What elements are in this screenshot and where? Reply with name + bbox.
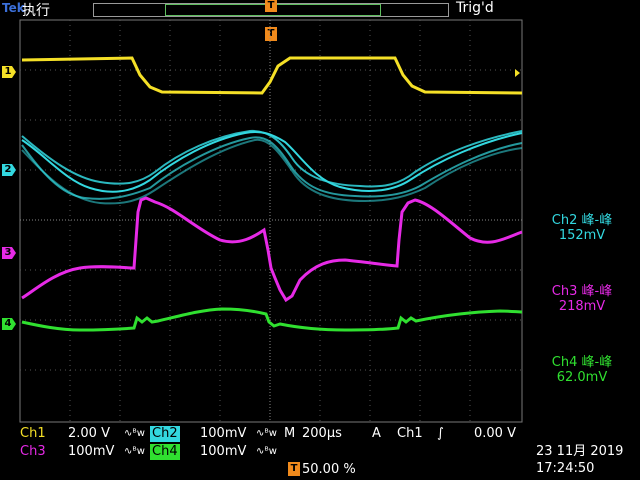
measurement-value: 62.0mV	[556, 370, 608, 385]
time: 17:24:50	[536, 461, 595, 476]
trigger-level[interactable]: 0.00 V	[474, 426, 516, 442]
bottom-status-bar: Ch1 2.00 V ∿ᴮw Ch2 100mV ∿ᴮw M 200µs A C…	[0, 424, 640, 480]
date: 23 11月 2019	[536, 444, 624, 459]
measurement-title: Ch2 峰-峰	[551, 213, 613, 228]
ch3-scale[interactable]: 100mV	[68, 444, 114, 460]
ch3-label[interactable]: Ch3	[18, 444, 48, 460]
ch4-scale[interactable]: 100mV	[200, 444, 246, 460]
trigger-position-icon: T	[288, 462, 300, 476]
ch4-trace	[21, 307, 523, 332]
measurement-ch4-peak-to-peak: Ch4 峰-峰 62.0mV	[524, 355, 640, 385]
trigger-position[interactable]: 50.00 %	[302, 462, 356, 478]
ch1-trace	[21, 56, 523, 95]
ch3-trace	[21, 196, 523, 303]
ch3-marker[interactable]: 3	[2, 247, 16, 259]
ch1-label[interactable]: Ch1	[18, 426, 48, 442]
ch2-marker[interactable]: 2	[2, 164, 16, 176]
ch1-coupling-icon: ∿ᴮw	[124, 428, 145, 439]
ch1-scale[interactable]: 2.00 V	[68, 426, 110, 442]
ch1-marker[interactable]: 1	[2, 66, 16, 78]
measurement-title: Ch3 峰-峰	[551, 284, 613, 299]
measurement-value: 152mV	[558, 228, 606, 243]
measurement-ch3-peak-to-peak: Ch3 峰-峰 218mV	[524, 284, 640, 314]
trigger-mode: A	[372, 426, 381, 441]
ch2-label[interactable]: Ch2	[150, 426, 180, 442]
ch2-scale[interactable]: 100mV	[200, 426, 246, 442]
ch4-coupling-icon: ∿ᴮw	[256, 446, 277, 457]
timebase-label: M	[284, 426, 296, 441]
measurement-ch2-peak-to-peak: Ch2 峰-峰 152mV	[524, 213, 640, 243]
ch2-trace	[21, 129, 523, 205]
ch4-marker[interactable]: 4	[2, 318, 16, 330]
trigger-source[interactable]: Ch1	[397, 426, 423, 442]
ch3-coupling-icon: ∿ᴮw	[124, 446, 145, 457]
ch1-trigger-level-icon[interactable]	[515, 69, 520, 77]
trigger-slope-icon: ∫	[437, 426, 444, 441]
measurement-value: 218mV	[558, 299, 606, 314]
measurement-title: Ch4 峰-峰	[551, 355, 613, 370]
ch2-coupling-icon: ∿ᴮw	[256, 428, 277, 439]
timebase-value[interactable]: 200µs	[302, 426, 342, 442]
ch4-label[interactable]: Ch4	[150, 444, 180, 460]
